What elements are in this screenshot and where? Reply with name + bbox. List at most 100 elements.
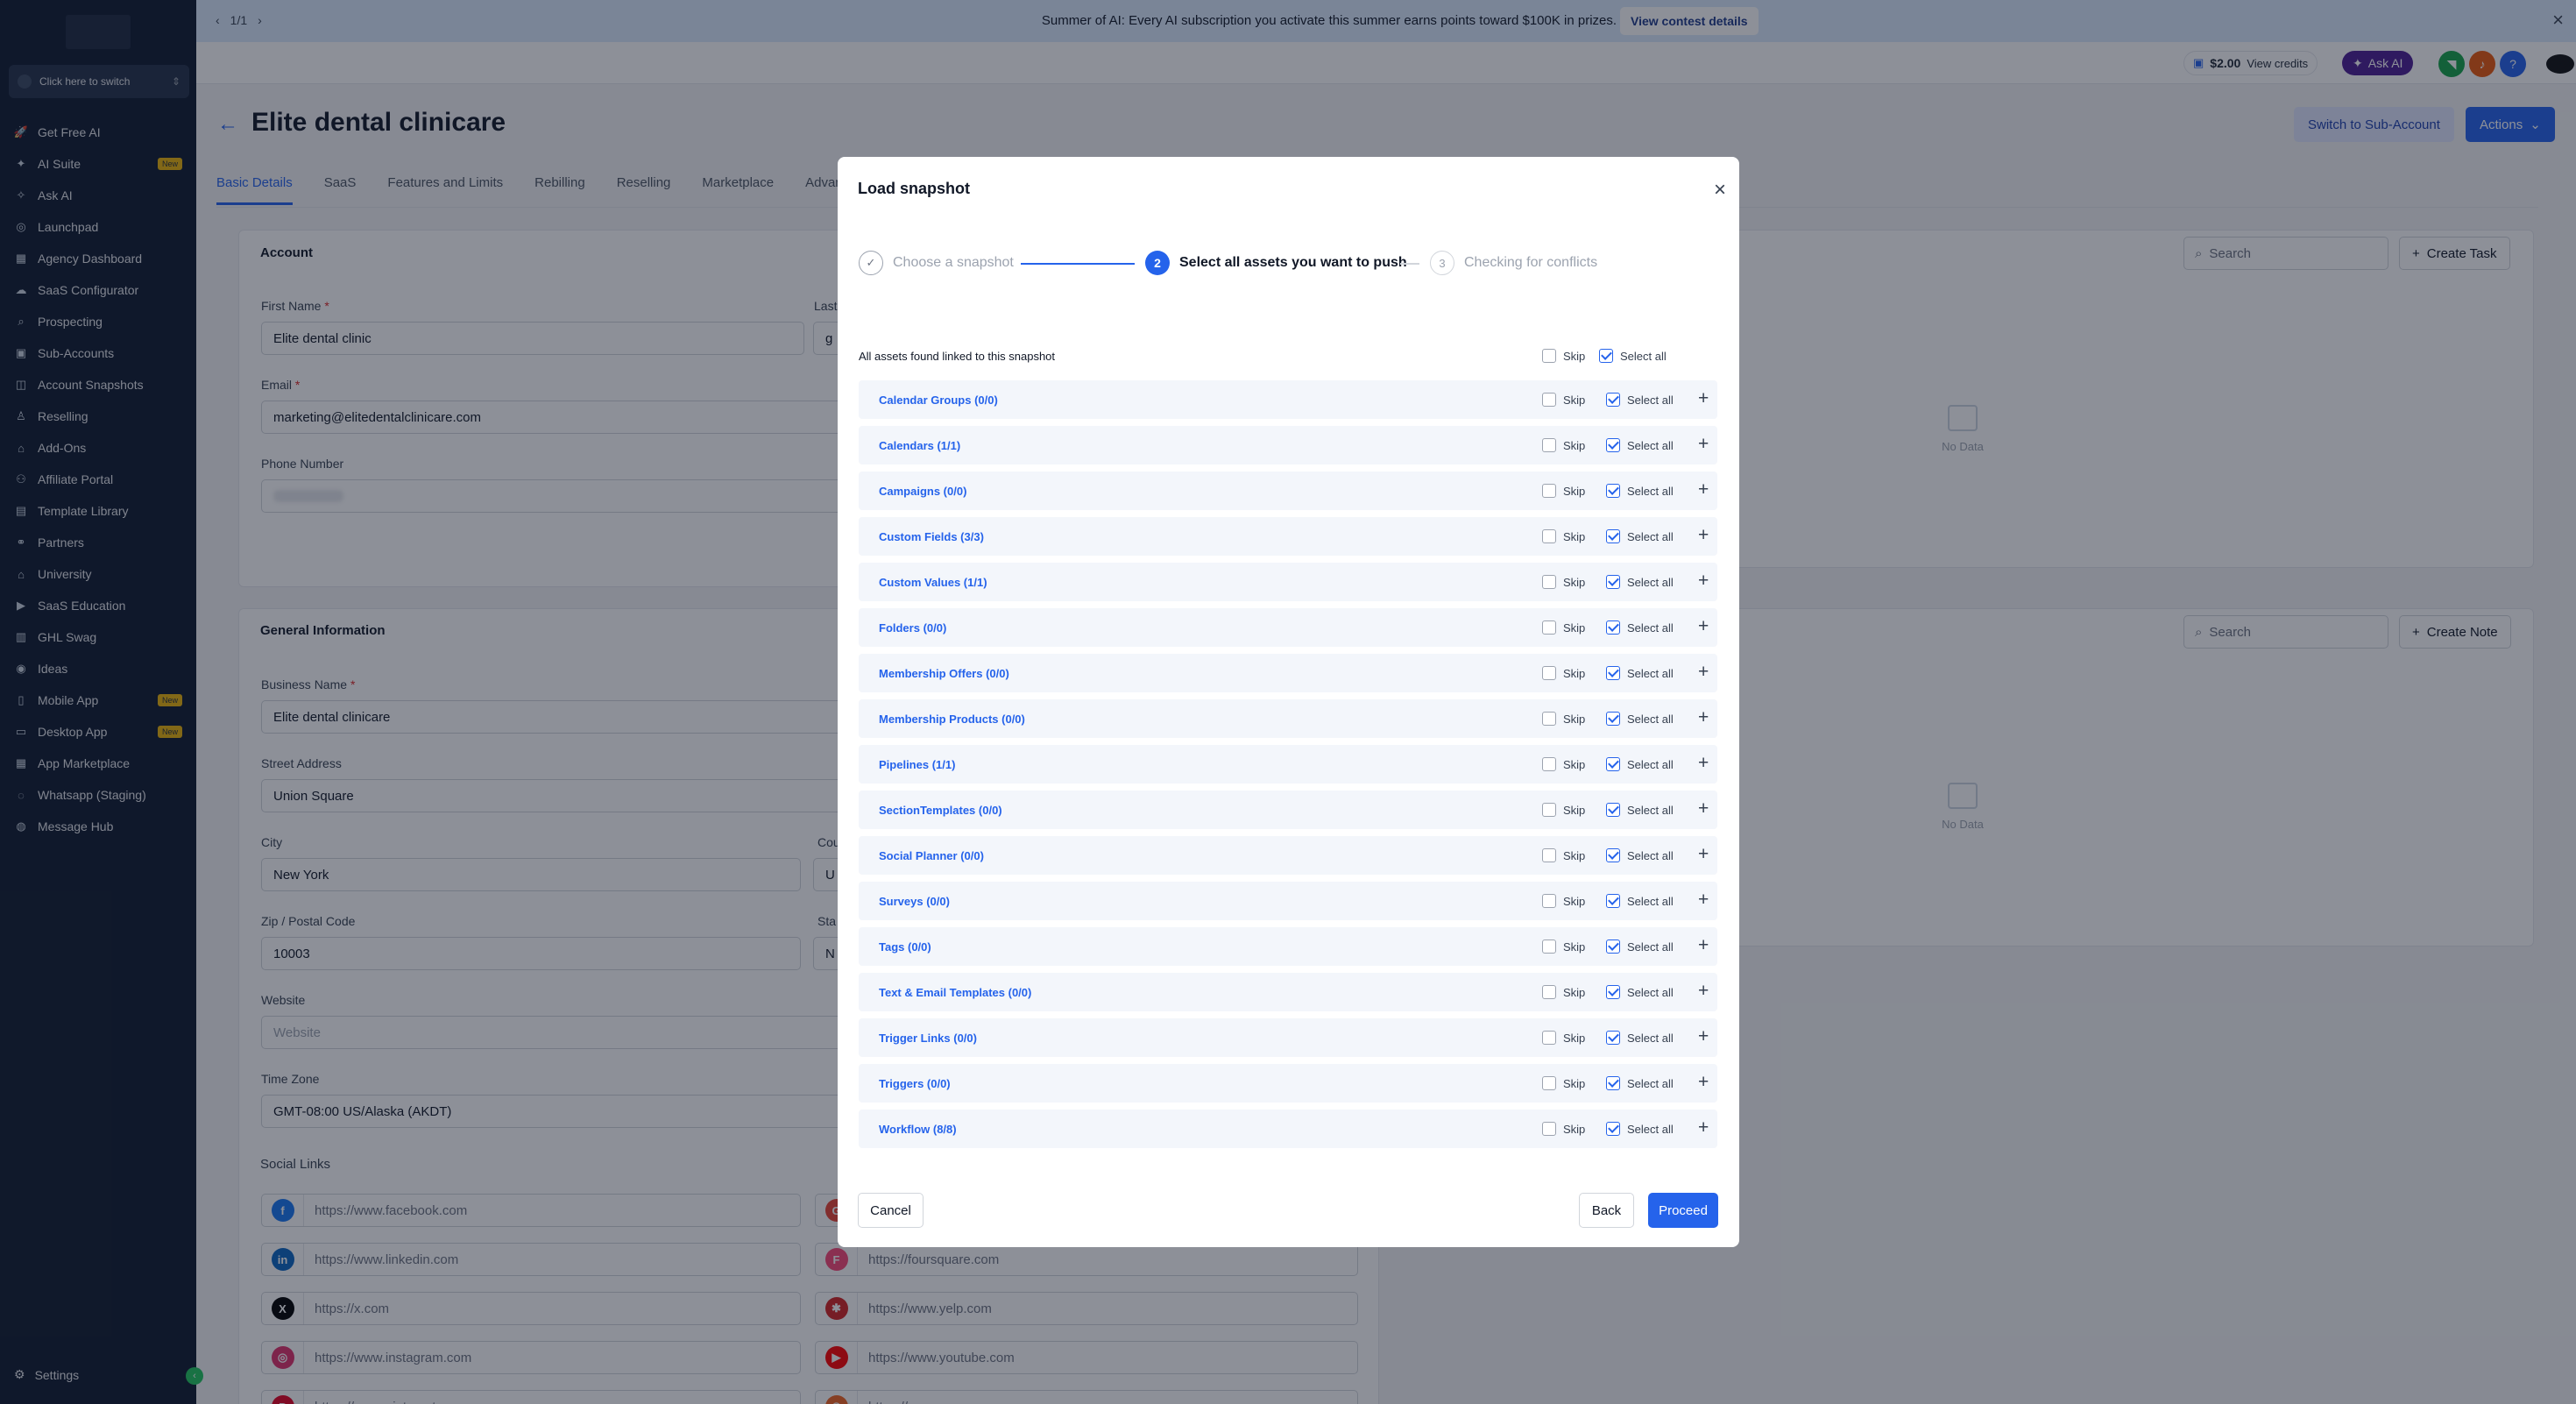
expand-plus-icon[interactable]: + <box>1698 479 1709 500</box>
select-all-checkbox[interactable] <box>1606 529 1620 543</box>
asset-name[interactable]: Calendars (1/1) <box>879 439 960 452</box>
skip-checkbox[interactable] <box>1542 438 1556 452</box>
skip-label: Skip <box>1563 713 1586 726</box>
select-all-checkbox[interactable] <box>1606 393 1620 407</box>
step-checking-conflicts: 3 Checking for conflicts <box>1430 251 1597 275</box>
select-all-checkbox[interactable] <box>1606 757 1620 771</box>
skip-checkbox[interactable] <box>1542 712 1556 726</box>
skip-checkbox[interactable] <box>1542 803 1556 817</box>
expand-plus-icon[interactable]: + <box>1698 388 1709 409</box>
expand-plus-icon[interactable]: + <box>1698 571 1709 592</box>
select-all-checkbox[interactable] <box>1606 1076 1620 1090</box>
asset-row: Workflow (8/8) Skip Select all + <box>859 1110 1717 1148</box>
asset-name[interactable]: Tags (0/0) <box>879 940 931 954</box>
asset-row: Triggers (0/0) Skip Select all + <box>859 1064 1717 1103</box>
skip-checkbox[interactable] <box>1542 985 1556 999</box>
expand-plus-icon[interactable]: + <box>1698 935 1709 956</box>
select-all-label: Select all <box>1627 713 1674 726</box>
asset-name[interactable]: Custom Values (1/1) <box>879 576 987 589</box>
asset-row: SectionTemplates (0/0) Skip Select all + <box>859 791 1717 829</box>
asset-name[interactable]: Workflow (8/8) <box>879 1123 957 1136</box>
asset-name[interactable]: Membership Products (0/0) <box>879 713 1025 726</box>
asset-name[interactable]: Triggers (0/0) <box>879 1077 951 1090</box>
all-assets-row: All assets found linked to this snapshot… <box>859 345 1717 368</box>
skip-checkbox[interactable] <box>1542 940 1556 954</box>
skip-checkbox[interactable] <box>1542 393 1556 407</box>
asset-name[interactable]: Surveys (0/0) <box>879 895 950 908</box>
skip-checkbox[interactable] <box>1542 620 1556 635</box>
select-all-checkbox[interactable] <box>1606 1122 1620 1136</box>
skip-checkbox[interactable] <box>1542 1076 1556 1090</box>
skip-checkbox[interactable] <box>1542 848 1556 862</box>
expand-plus-icon[interactable]: + <box>1698 798 1709 819</box>
select-all-label: Select all <box>1627 485 1674 498</box>
expand-plus-icon[interactable]: + <box>1698 662 1709 683</box>
select-all-checkbox[interactable] <box>1606 894 1620 908</box>
select-all-checkbox[interactable] <box>1606 484 1620 498</box>
proceed-button[interactable]: Proceed <box>1648 1193 1718 1228</box>
step-choose-snapshot[interactable]: ✓ Choose a snapshot <box>859 251 1014 275</box>
skip-checkbox[interactable] <box>1542 575 1556 589</box>
asset-name[interactable]: SectionTemplates (0/0) <box>879 804 1002 817</box>
asset-name[interactable]: Pipelines (1/1) <box>879 758 955 771</box>
select-all-checkbox[interactable] <box>1606 620 1620 635</box>
step-connector-1 <box>1021 263 1135 265</box>
select-all-checkbox[interactable] <box>1606 940 1620 954</box>
back-button[interactable]: Back <box>1579 1193 1634 1228</box>
skip-checkbox[interactable] <box>1542 666 1556 680</box>
expand-plus-icon[interactable]: + <box>1698 753 1709 774</box>
skip-label: Skip <box>1563 439 1586 452</box>
asset-name[interactable]: Social Planner (0/0) <box>879 849 984 862</box>
asset-name[interactable]: Calendar Groups (0/0) <box>879 394 998 407</box>
select-all-checkbox[interactable] <box>1606 985 1620 999</box>
asset-name[interactable]: Folders (0/0) <box>879 621 946 635</box>
expand-plus-icon[interactable]: + <box>1698 1026 1709 1047</box>
select-all-checkbox[interactable] <box>1606 666 1620 680</box>
expand-plus-icon[interactable]: + <box>1698 1072 1709 1093</box>
expand-plus-icon[interactable]: + <box>1698 707 1709 728</box>
skip-all-checkbox[interactable] <box>1542 349 1556 363</box>
close-icon[interactable]: × <box>1714 178 1726 202</box>
select-all-label: Select all <box>1627 576 1674 589</box>
modal-title: Load snapshot <box>858 180 971 197</box>
select-all-label: Select all <box>1627 621 1674 635</box>
expand-plus-icon[interactable]: + <box>1698 616 1709 637</box>
asset-name[interactable]: Text & Email Templates (0/0) <box>879 986 1031 999</box>
step-3-number: 3 <box>1430 251 1454 275</box>
asset-name[interactable]: Membership Offers (0/0) <box>879 667 1009 680</box>
select-all-checkbox[interactable] <box>1606 1031 1620 1045</box>
expand-plus-icon[interactable]: + <box>1698 890 1709 911</box>
select-all-label: Select all <box>1627 394 1674 407</box>
expand-plus-icon[interactable]: + <box>1698 434 1709 455</box>
expand-plus-icon[interactable]: + <box>1698 981 1709 1002</box>
expand-plus-icon[interactable]: + <box>1698 844 1709 865</box>
skip-checkbox[interactable] <box>1542 529 1556 543</box>
expand-plus-icon[interactable]: + <box>1698 1117 1709 1138</box>
skip-checkbox[interactable] <box>1542 757 1556 771</box>
asset-name[interactable]: Campaigns (0/0) <box>879 485 966 498</box>
skip-label: Skip <box>1563 986 1586 999</box>
select-all-checkbox[interactable] <box>1599 349 1613 363</box>
skip-label: Skip <box>1563 667 1586 680</box>
expand-plus-icon[interactable]: + <box>1698 525 1709 546</box>
skip-label: Skip <box>1563 576 1586 589</box>
skip-checkbox[interactable] <box>1542 1122 1556 1136</box>
skip-checkbox[interactable] <box>1542 894 1556 908</box>
asset-name[interactable]: Custom Fields (3/3) <box>879 530 984 543</box>
asset-name[interactable]: Trigger Links (0/0) <box>879 1032 977 1045</box>
skip-label: Skip <box>1563 940 1586 954</box>
select-all-label: Select all <box>1627 530 1674 543</box>
select-all-checkbox[interactable] <box>1606 438 1620 452</box>
step-3-label: Checking for conflicts <box>1464 255 1598 270</box>
select-all-checkbox[interactable] <box>1606 712 1620 726</box>
select-all-checkbox[interactable] <box>1606 803 1620 817</box>
asset-row: Pipelines (1/1) Skip Select all + <box>859 745 1717 784</box>
skip-checkbox[interactable] <box>1542 484 1556 498</box>
select-all-checkbox[interactable] <box>1606 848 1620 862</box>
select-all-checkbox[interactable] <box>1606 575 1620 589</box>
all-assets-label: All assets found linked to this snapshot <box>859 350 1056 363</box>
skip-checkbox[interactable] <box>1542 1031 1556 1045</box>
cancel-button[interactable]: Cancel <box>858 1193 924 1228</box>
skip-label: Skip <box>1563 758 1586 771</box>
select-all-label: Select all <box>1627 849 1674 862</box>
